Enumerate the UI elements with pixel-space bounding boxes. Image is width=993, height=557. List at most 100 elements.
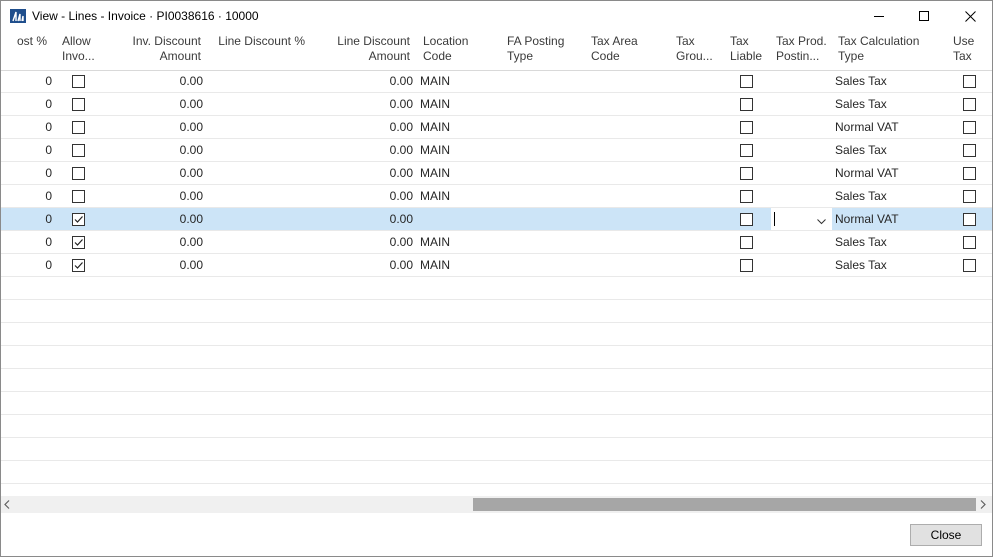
table-row[interactable]: 0 0.00 0.00 MAIN Normal VAT	[1, 162, 992, 185]
location-code-cell: MAIN	[420, 189, 450, 203]
line-discount-amount-cell: 0.00	[389, 143, 413, 157]
tax-liable-checkbox[interactable]	[740, 98, 753, 111]
cost-pct-cell: 0	[45, 235, 52, 249]
window-close-button[interactable]	[947, 1, 992, 31]
location-code-cell: MAIN	[420, 235, 450, 249]
use-tax-checkbox[interactable]	[963, 190, 976, 203]
inv-discount-amount-cell: 0.00	[179, 258, 203, 272]
table-row[interactable]: 0 0.00 0.00 MAIN Sales Tax	[1, 231, 992, 254]
line-discount-amount-cell: 0.00	[389, 212, 413, 226]
tax-liable-checkbox[interactable]	[740, 121, 753, 134]
app-logo-icon	[10, 9, 26, 23]
line-discount-amount-cell: 0.00	[389, 120, 413, 134]
horizontal-scrollbar[interactable]	[1, 496, 992, 513]
maximize-button[interactable]	[901, 1, 947, 31]
line-discount-amount-cell: 0.00	[389, 74, 413, 88]
tax-liable-checkbox[interactable]	[740, 213, 753, 226]
col-header-cost-pct[interactable]: ost %	[17, 34, 47, 49]
tax-calculation-type-cell: Sales Tax	[835, 74, 887, 88]
allow-invoice-disc-checkbox[interactable]	[72, 98, 85, 111]
tax-calculation-type-cell: Normal VAT	[835, 120, 899, 134]
empty-row	[1, 346, 992, 369]
scroll-left-icon[interactable]	[4, 500, 10, 509]
close-button[interactable]: Close	[910, 524, 982, 546]
allow-invoice-disc-checkbox[interactable]	[72, 190, 85, 203]
col-header-fa-posting-type[interactable]: FA Posting Type	[507, 34, 564, 64]
minimize-button[interactable]	[856, 1, 902, 31]
allow-invoice-disc-checkbox[interactable]	[72, 121, 85, 134]
col-header-inv-discount-amount[interactable]: Inv. Discount Amount	[111, 34, 201, 64]
empty-row	[1, 369, 992, 392]
allow-invoice-disc-checkbox-checked[interactable]	[72, 213, 85, 226]
col-header-tax-area-code[interactable]: Tax Area Code	[591, 34, 638, 64]
use-tax-checkbox[interactable]	[963, 236, 976, 249]
allow-invoice-disc-checkbox[interactable]	[72, 75, 85, 88]
text-caret	[774, 212, 775, 226]
tax-liable-checkbox[interactable]	[740, 259, 753, 272]
tax-calculation-type-cell: Normal VAT	[835, 166, 899, 180]
location-code-cell: MAIN	[420, 258, 450, 272]
title-bar[interactable]: View - Lines - Invoice · PI0038616 · 100…	[1, 1, 992, 31]
line-discount-amount-cell: 0.00	[389, 189, 413, 203]
use-tax-checkbox[interactable]	[963, 144, 976, 157]
allow-invoice-disc-checkbox-checked[interactable]	[72, 259, 85, 272]
allow-invoice-disc-checkbox[interactable]	[72, 167, 85, 180]
cost-pct-cell: 0	[45, 212, 52, 226]
tax-prod-posting-dropdown[interactable]	[771, 208, 832, 230]
location-code-cell: MAIN	[420, 166, 450, 180]
col-header-allow-invoice-disc[interactable]: Allow Invo...	[62, 34, 95, 64]
tax-liable-checkbox[interactable]	[740, 144, 753, 157]
table-row[interactable]: 0 0.00 0.00 MAIN Sales Tax	[1, 70, 992, 93]
lines-grid: 0 0.00 0.00 MAIN Sales Tax 0 0.00 0.00 MAIN Sales…	[1, 70, 992, 495]
allow-invoice-disc-checkbox-checked[interactable]	[72, 236, 85, 249]
location-code-cell	[420, 208, 490, 230]
tax-liable-checkbox[interactable]	[740, 190, 753, 203]
table-row[interactable]: 0 0.00 0.00 MAIN Normal VAT	[1, 116, 992, 139]
line-discount-amount-cell: 0.00	[389, 258, 413, 272]
use-tax-checkbox[interactable]	[963, 259, 976, 272]
col-header-tax-prod-posting[interactable]: Tax Prod. Postin...	[776, 34, 827, 64]
tax-liable-checkbox[interactable]	[740, 236, 753, 249]
col-header-tax-liable[interactable]: Tax Liable	[730, 34, 762, 64]
cost-pct-cell: 0	[45, 166, 52, 180]
empty-row	[1, 300, 992, 323]
maximize-icon	[919, 11, 929, 21]
empty-row	[1, 438, 992, 461]
cost-pct-cell: 0	[45, 120, 52, 134]
minimize-icon	[874, 16, 884, 17]
cost-pct-cell: 0	[45, 189, 52, 203]
tax-liable-checkbox[interactable]	[740, 167, 753, 180]
col-header-tax-group[interactable]: Tax Grou...	[676, 34, 713, 64]
scrollbar-thumb[interactable]	[473, 498, 976, 511]
use-tax-checkbox[interactable]	[963, 98, 976, 111]
col-header-line-discount-amount[interactable]: Line Discount Amount	[316, 34, 410, 64]
tax-calculation-type-cell: Sales Tax	[835, 97, 887, 111]
use-tax-checkbox[interactable]	[963, 75, 976, 88]
col-header-use-tax[interactable]: Use Tax	[953, 34, 974, 64]
table-row-selected[interactable]: 0 0.00 0.00 Normal VAT	[1, 208, 992, 231]
table-row[interactable]: 0 0.00 0.00 MAIN Sales Tax	[1, 254, 992, 277]
table-row[interactable]: 0 0.00 0.00 MAIN Sales Tax	[1, 139, 992, 162]
use-tax-checkbox[interactable]	[963, 213, 976, 226]
inv-discount-amount-cell: 0.00	[179, 74, 203, 88]
col-header-location-code[interactable]: Location Code	[423, 34, 468, 64]
chevron-down-icon[interactable]	[817, 214, 826, 228]
line-discount-amount-cell: 0.00	[389, 235, 413, 249]
close-icon	[964, 10, 976, 22]
table-row[interactable]: 0 0.00 0.00 MAIN Sales Tax	[1, 185, 992, 208]
use-tax-checkbox[interactable]	[963, 167, 976, 180]
scroll-right-icon[interactable]	[980, 500, 986, 509]
inv-discount-amount-cell: 0.00	[179, 120, 203, 134]
tax-calculation-type-cell: Sales Tax	[835, 235, 887, 249]
location-code-cell: MAIN	[420, 120, 450, 134]
empty-row	[1, 461, 992, 484]
grid-header: ost % Allow Invo... Inv. Discount Amount L…	[1, 34, 992, 71]
col-header-tax-calculation-type[interactable]: Tax Calculation Type	[838, 34, 919, 64]
col-header-line-discount-pct[interactable]: Line Discount %	[205, 34, 305, 49]
table-row[interactable]: 0 0.00 0.00 MAIN Sales Tax	[1, 93, 992, 116]
cost-pct-cell: 0	[45, 74, 52, 88]
allow-invoice-disc-checkbox[interactable]	[72, 144, 85, 157]
line-discount-amount-cell: 0.00	[389, 166, 413, 180]
tax-liable-checkbox[interactable]	[740, 75, 753, 88]
use-tax-checkbox[interactable]	[963, 121, 976, 134]
